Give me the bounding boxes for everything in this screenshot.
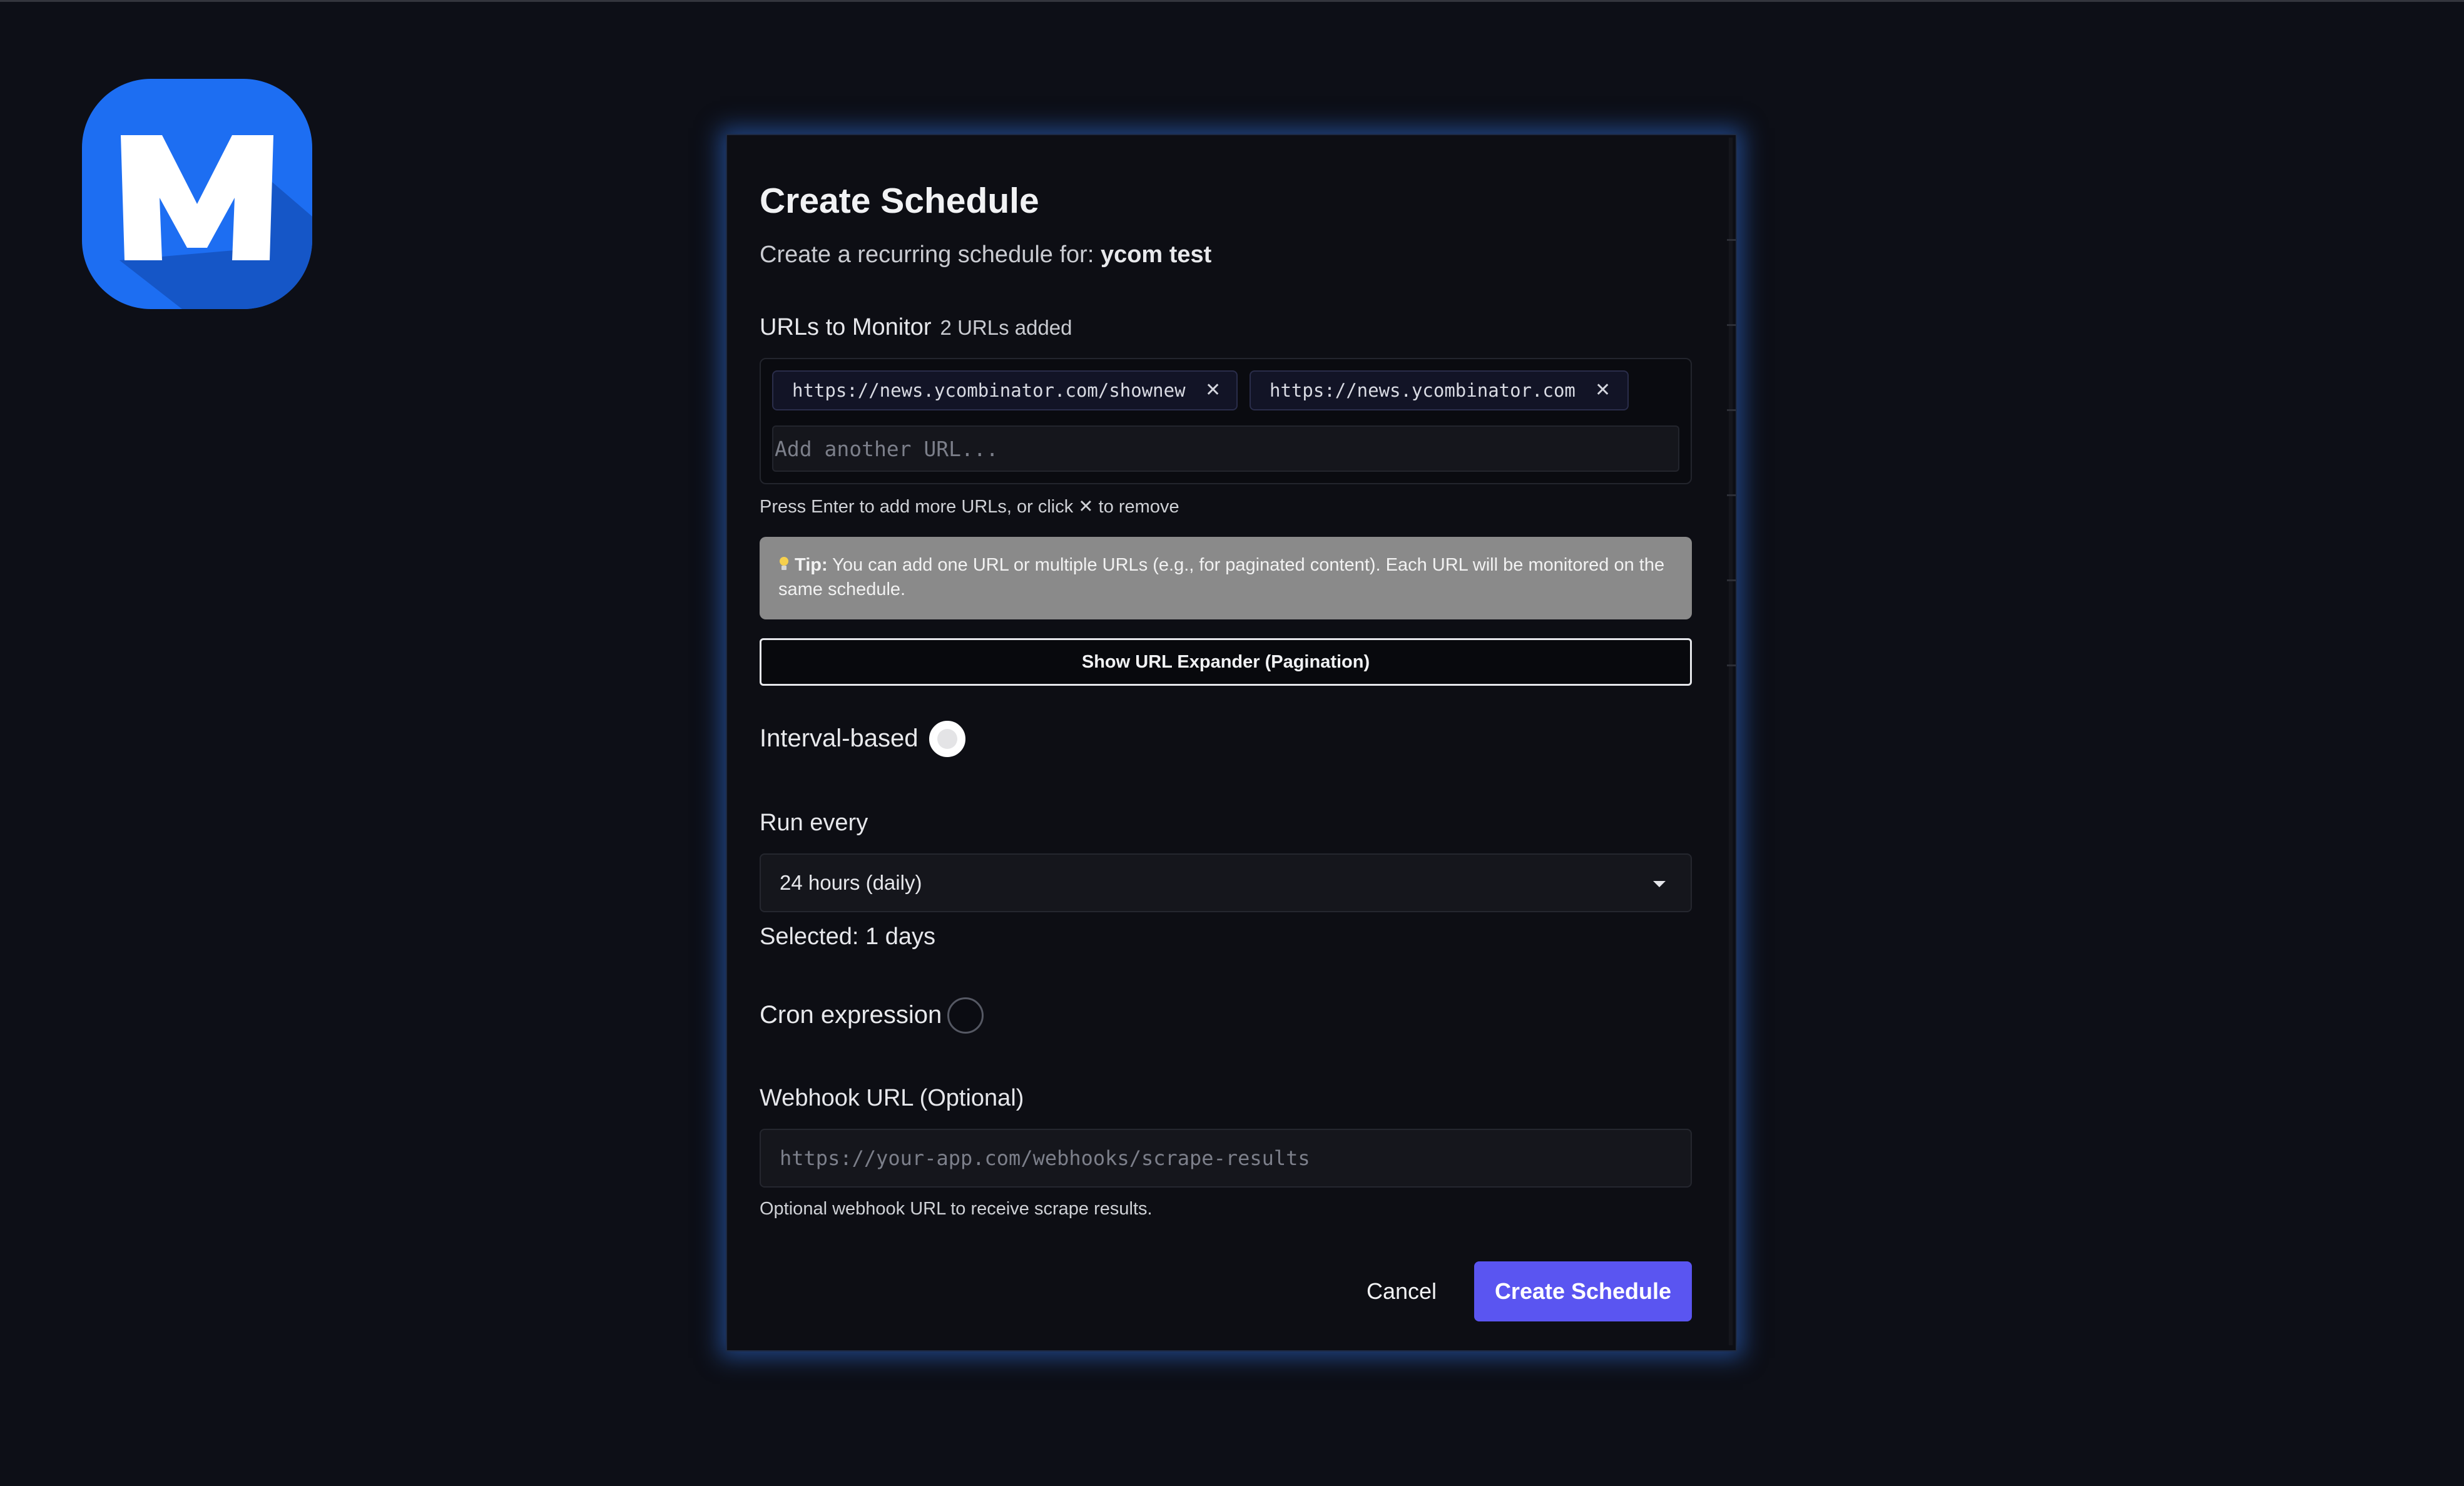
url-chip: https://news.ycombinator.com/shownew ✕	[772, 370, 1238, 410]
webhook-help-text: Optional webhook URL to receive scrape r…	[760, 1199, 1153, 1219]
subtitle-prefix: Create a recurring schedule for:	[760, 242, 1101, 268]
urls-section-label: URLs to Monitor 2 URLs added	[760, 314, 1072, 341]
run-every-value: 24 hours (daily)	[780, 871, 922, 894]
url-chip-text: https://news.ycombinator.com/shownew	[792, 380, 1186, 401]
lightbulb-icon	[778, 557, 790, 572]
scroll-tick	[1727, 239, 1736, 241]
app-logo	[82, 79, 312, 309]
run-every-label: Run every	[760, 810, 868, 836]
tip-box: Tip: You can add one URL or multiple URL…	[760, 537, 1692, 619]
remove-url-icon[interactable]: ✕	[1205, 372, 1221, 409]
scroll-tick	[1727, 664, 1736, 666]
webhook-url-input[interactable]	[760, 1129, 1692, 1188]
show-url-expander-button[interactable]: Show URL Expander (Pagination)	[760, 638, 1692, 686]
interval-based-radio[interactable]	[929, 721, 965, 757]
selected-interval-text: Selected: 1 days	[760, 924, 935, 950]
remove-url-icon[interactable]: ✕	[1595, 372, 1611, 409]
m-letter-logo-icon	[120, 135, 312, 309]
scroll-tick	[1727, 579, 1736, 581]
create-schedule-button[interactable]: Create Schedule	[1474, 1261, 1692, 1321]
webhook-url-label: Webhook URL (Optional)	[760, 1085, 1024, 1111]
top-border	[0, 0, 2464, 2]
dialog-scrollbar[interactable]	[1729, 138, 1733, 1345]
cancel-button[interactable]: Cancel	[1352, 1261, 1452, 1321]
cron-expression-radio[interactable]	[947, 997, 984, 1034]
scroll-tick	[1727, 409, 1736, 411]
add-url-input[interactable]	[772, 425, 1679, 472]
scroll-tick	[1727, 324, 1736, 326]
cron-expression-label: Cron expression	[760, 1001, 942, 1029]
dialog-subtitle: Create a recurring schedule for: ycom te…	[760, 242, 1211, 268]
interval-based-label: Interval-based	[760, 725, 919, 752]
url-hint: Press Enter to add more URLs, or click ✕…	[760, 497, 1179, 517]
url-chip: https://news.ycombinator.com ✕	[1250, 370, 1629, 410]
url-chip-text: https://news.ycombinator.com	[1270, 380, 1576, 401]
urls-label: URLs to Monitor	[760, 314, 932, 340]
crawler-name: ycom test	[1100, 242, 1212, 268]
run-every-select[interactable]: 24 hours (daily)	[760, 853, 1692, 912]
tip-text: You can add one URL or multiple URLs (e.…	[778, 555, 1665, 599]
dialog-title: Create Schedule	[760, 181, 1039, 221]
chevron-down-icon	[1653, 881, 1666, 887]
urls-count: 2 URLs added	[940, 316, 1072, 339]
tip-label: Tip:	[795, 555, 828, 575]
scroll-tick	[1727, 494, 1736, 496]
